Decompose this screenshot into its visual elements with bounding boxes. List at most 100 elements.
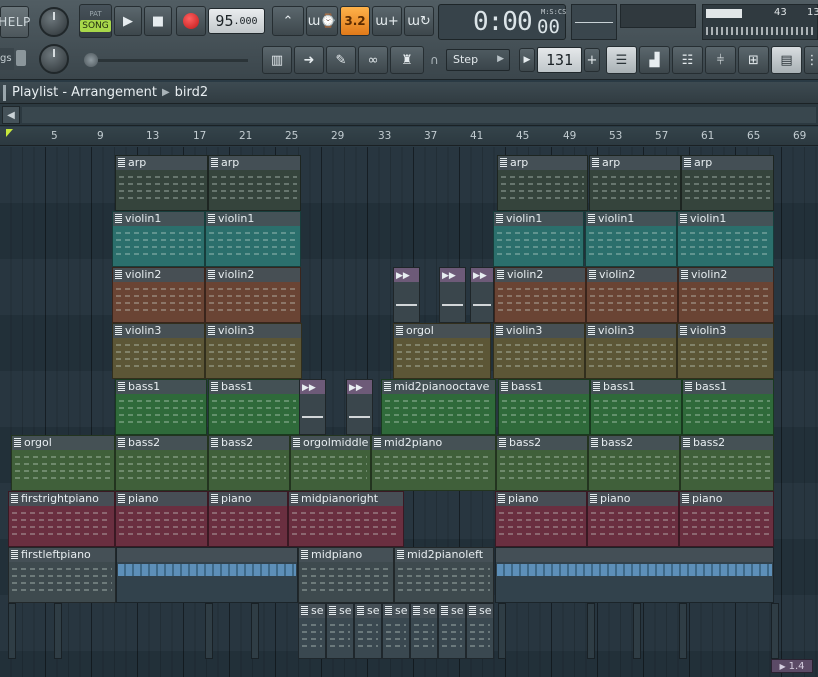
pattern-clip[interactable]: arp	[681, 155, 774, 211]
arrangement-name[interactable]: bird2	[175, 85, 209, 100]
pattern-clip[interactable]: violin2	[205, 267, 301, 323]
clip-header[interactable]: bass2	[116, 436, 207, 450]
clip-header[interactable]: bass2	[681, 436, 773, 450]
countdown-button[interactable]: 3.2	[340, 6, 370, 36]
pattern-clip[interactable]: violin1	[493, 211, 584, 267]
tempo-display[interactable]: 95.000	[208, 8, 265, 34]
pattern-clip[interactable]: bass1	[115, 379, 207, 435]
pattern-clip[interactable]: piano	[679, 491, 774, 547]
sfx-clip[interactable]	[771, 603, 779, 659]
clip-header[interactable]: violin2	[679, 268, 773, 282]
clip-header[interactable]: piano	[116, 492, 207, 506]
pattern-clip[interactable]: firstrightpiano	[8, 491, 115, 547]
pattern-clip[interactable]: bass1	[682, 379, 774, 435]
playlist-grid[interactable]: arparparparparparpviolin1violin1violin1v…	[0, 147, 818, 677]
pattern-clip[interactable]: bass2	[680, 435, 774, 491]
clip-header[interactable]: bass2	[497, 436, 587, 450]
clip-header[interactable]: se	[411, 604, 437, 618]
pattern-clip[interactable]: bass1	[590, 379, 682, 435]
pattern-clip[interactable]: orgolmiddle	[290, 435, 371, 491]
clip-header[interactable]: bass2	[209, 436, 289, 450]
pattern-clip[interactable]: se	[298, 603, 326, 659]
pattern-clip[interactable]: piano	[495, 491, 587, 547]
pattern-clip[interactable]: bass1	[208, 379, 300, 435]
pitch-slider-handle[interactable]	[84, 53, 98, 67]
clip-header[interactable]: violin3	[206, 324, 301, 338]
next-button[interactable]: ➜	[294, 46, 324, 74]
wait-for-input-button[interactable]: ɯ⌚	[306, 6, 338, 36]
clip-header[interactable]: firstleftpiano	[9, 548, 115, 562]
play-button[interactable]: ▶	[114, 6, 142, 36]
pat-song-toggle[interactable]: PAT SONG	[79, 4, 112, 38]
clip-header[interactable]: violin3	[586, 324, 676, 338]
clip-header[interactable]: bass1	[499, 380, 589, 394]
clip-header[interactable]: piano	[588, 492, 678, 506]
clip-header[interactable]: mid2piano	[372, 436, 495, 450]
pattern-clip[interactable]: mid2pianooctave	[381, 379, 496, 435]
pattern-clip[interactable]: violin3	[112, 323, 205, 379]
master-volume-knob[interactable]	[39, 7, 69, 37]
pattern-clip[interactable]: arp	[589, 155, 681, 211]
clip-header[interactable]	[496, 548, 773, 562]
master-pitch-knob[interactable]	[39, 44, 69, 74]
clip-header[interactable]: violin2	[587, 268, 677, 282]
pattern-clip[interactable]: bass2	[208, 435, 290, 491]
scroll-thumb[interactable]	[22, 107, 816, 123]
pattern-clip[interactable]: violin2	[586, 267, 678, 323]
clip-header[interactable]: bass2	[589, 436, 679, 450]
playlist-window-button[interactable]: ☰	[606, 46, 637, 74]
add-pattern-button[interactable]: +	[584, 48, 600, 72]
zoom-indicator[interactable]: ▶ 1.4	[771, 659, 813, 673]
clip-header[interactable]: ▶▶	[394, 268, 419, 282]
hat-button[interactable]: ♜	[390, 46, 424, 74]
pattern-clip[interactable]: firstleftpiano	[8, 547, 116, 603]
record-button[interactable]	[176, 6, 206, 36]
automation-clip[interactable]: ▶▶	[299, 379, 326, 435]
automation-clip[interactable]: ▶▶	[393, 267, 420, 323]
pattern-clip[interactable]: midpiano	[298, 547, 394, 603]
clip-header[interactable]: violin1	[586, 212, 676, 226]
clip-header[interactable]: se	[467, 604, 493, 618]
pattern-clip[interactable]: bass2	[115, 435, 208, 491]
pattern-clip[interactable]: se	[382, 603, 410, 659]
snap-select[interactable]: Step ▶	[446, 49, 510, 71]
pattern-clip[interactable]: piano	[587, 491, 679, 547]
automation-clip[interactable]: ▶▶	[470, 267, 494, 323]
pattern-clip[interactable]: se	[354, 603, 382, 659]
pattern-clip[interactable]: arp	[497, 155, 588, 211]
clip-header[interactable]: violin2	[206, 268, 300, 282]
clip-header[interactable]: arp	[116, 156, 207, 170]
pattern-clip[interactable]: orgol	[393, 323, 491, 379]
pattern-clip[interactable]: mid2piano	[371, 435, 496, 491]
plugin-button[interactable]: ▤	[771, 46, 802, 74]
audio-clip[interactable]	[116, 547, 298, 603]
clip-header[interactable]: arp	[590, 156, 680, 170]
sfx-clip[interactable]	[205, 603, 213, 659]
pattern-clip[interactable]: violin1	[205, 211, 301, 267]
clip-header[interactable]: arp	[498, 156, 587, 170]
pattern-clip[interactable]: violin3	[585, 323, 677, 379]
step-edit-button[interactable]: ɯ+	[372, 6, 402, 36]
clip-header[interactable]: bass1	[683, 380, 773, 394]
audio-clip[interactable]	[495, 547, 774, 603]
sfx-clip[interactable]	[54, 603, 62, 659]
clip-header[interactable]: arp	[682, 156, 773, 170]
sfx-clip[interactable]	[8, 603, 16, 659]
pattern-clip[interactable]: bass2	[588, 435, 680, 491]
clip-header[interactable]: piano	[680, 492, 773, 506]
clip-header[interactable]: violin1	[494, 212, 583, 226]
clip-header[interactable]: violin3	[113, 324, 204, 338]
clip-header[interactable]: violin1	[113, 212, 204, 226]
sfx-clip[interactable]	[251, 603, 259, 659]
more-button[interactable]: ⋮	[804, 46, 818, 74]
metronome-button[interactable]: ⌃	[272, 6, 304, 36]
paint-tool-button[interactable]: ✎	[326, 46, 356, 74]
pattern-selector[interactable]: 131	[537, 47, 582, 73]
time-display[interactable]: 0:00 M:S:CS 00	[438, 4, 566, 40]
clip-header[interactable]	[117, 548, 297, 562]
pattern-clip[interactable]: midpianoright	[288, 491, 404, 547]
clip-header[interactable]: midpianoright	[289, 492, 403, 506]
clip-header[interactable]: firstrightpiano	[9, 492, 114, 506]
clip-header[interactable]: ▶▶	[300, 380, 325, 394]
pattern-clip[interactable]: violin1	[585, 211, 677, 267]
